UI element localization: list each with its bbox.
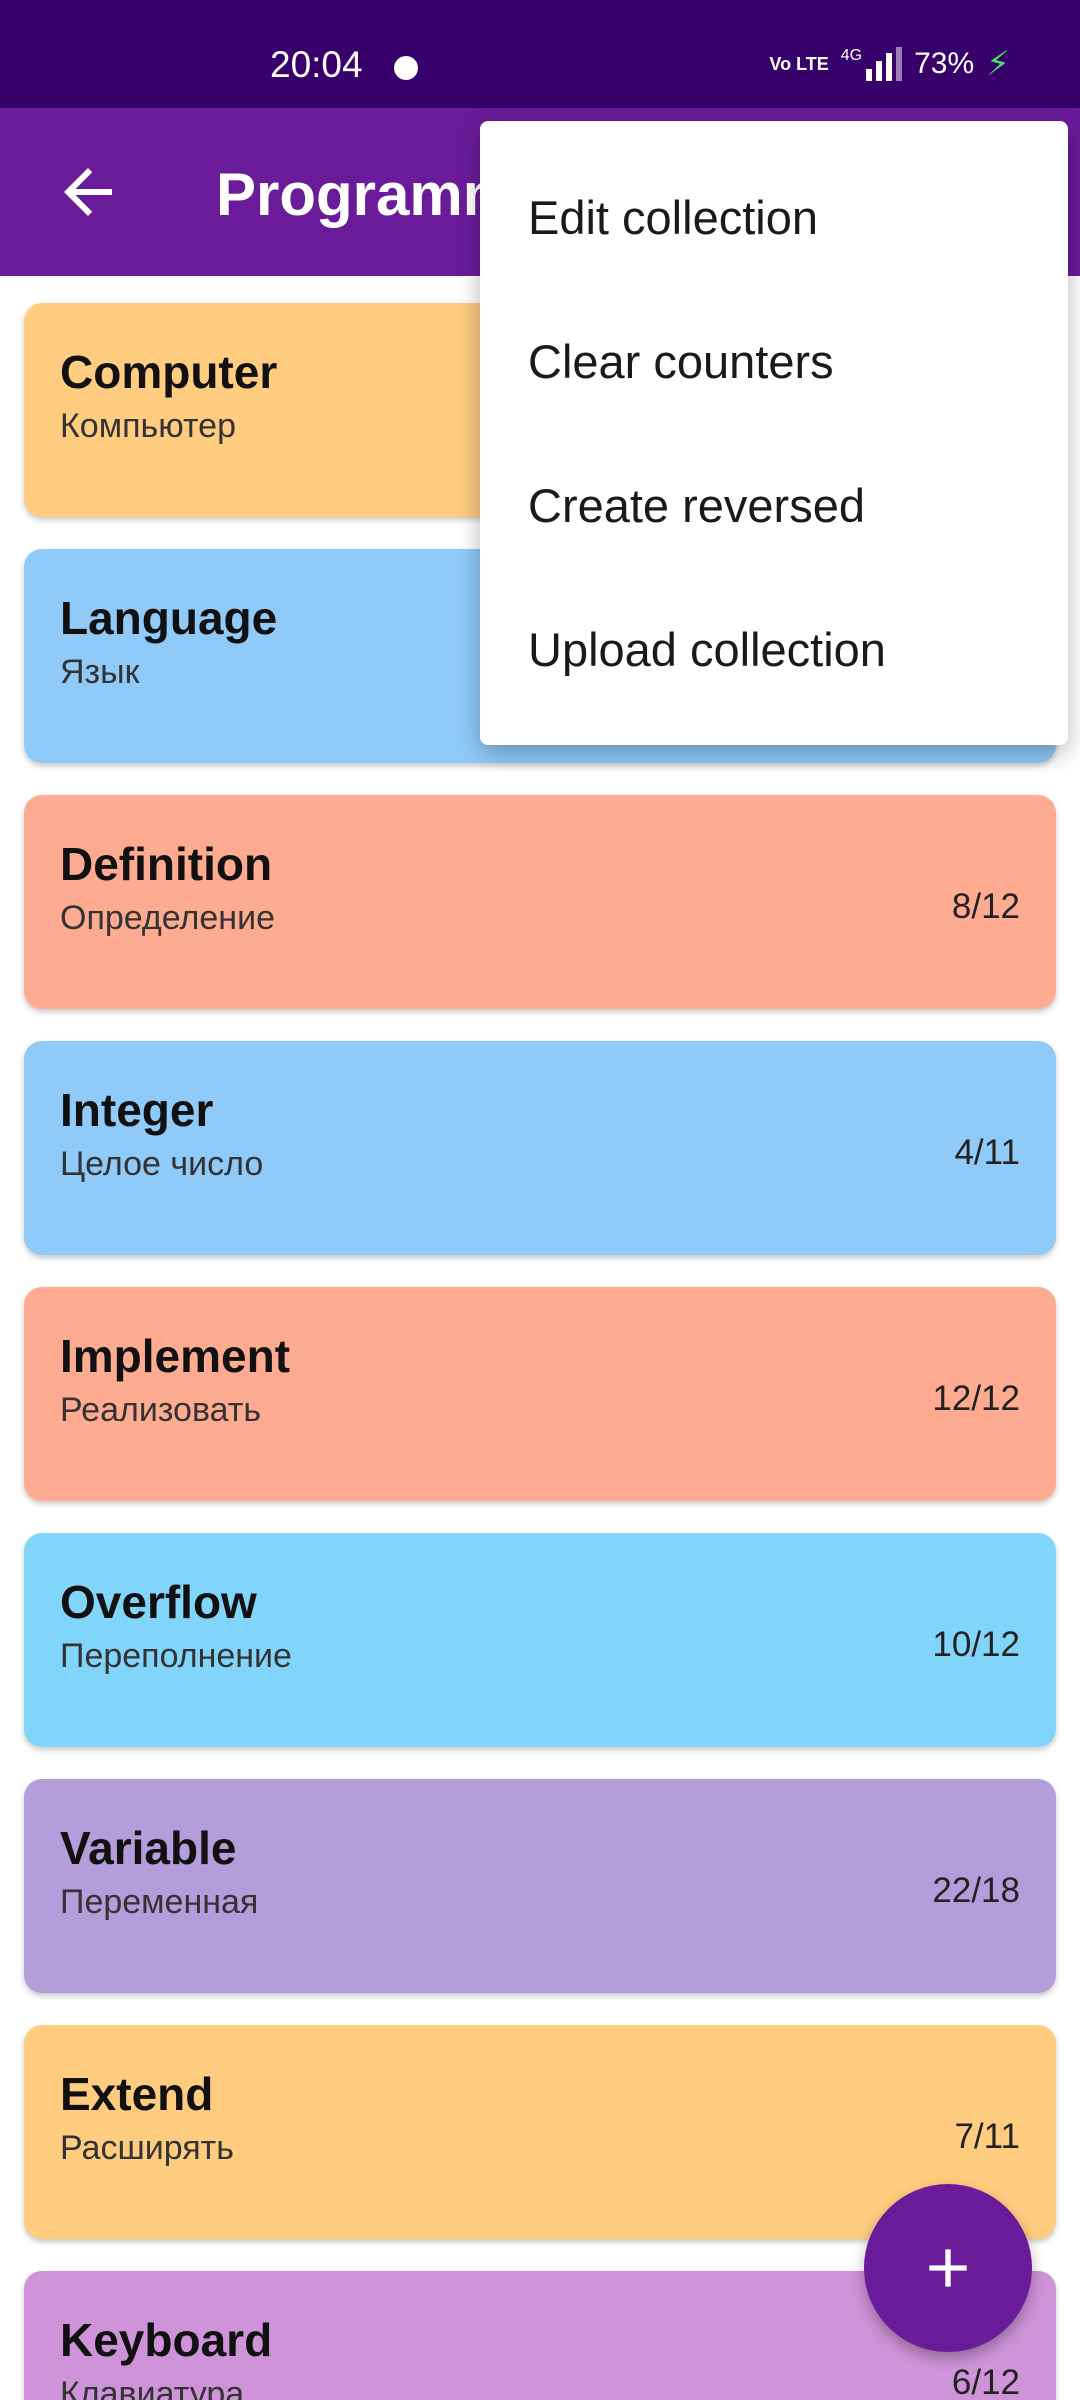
word-card[interactable]: Integer Целое число 4/11 <box>24 1041 1056 1255</box>
network-type-label: 4G <box>840 47 863 64</box>
translation-text: Расширять <box>60 2129 234 2167</box>
counter-text: 6/12 <box>951 2363 1020 2400</box>
counter-text: 10/12 <box>932 1625 1020 1664</box>
status-bar: 20:04 Vo LTE 4G 73% ⚡ <box>0 0 1080 108</box>
back-arrow-icon[interactable] <box>52 156 124 228</box>
translation-text: Клавиатура <box>60 2375 245 2400</box>
counter-text: 8/12 <box>951 887 1020 926</box>
word-card[interactable]: Definition Определение 8/12 <box>24 795 1056 1009</box>
signal-icon: 4G <box>840 47 903 81</box>
word-card[interactable]: Overflow Переполнение 10/12 <box>24 1533 1056 1747</box>
translation-text: Переполнение <box>60 1637 292 1675</box>
word-text: Integer <box>60 1084 214 1136</box>
menu-item-edit-collection[interactable]: Edit collection <box>480 145 1068 289</box>
status-icons: Vo LTE 4G 73% ⚡ <box>769 44 1010 84</box>
translation-text: Язык <box>60 653 140 691</box>
menu-item-clear-counters[interactable]: Clear counters <box>480 289 1068 433</box>
word-text: Computer <box>60 346 278 398</box>
translation-text: Реализовать <box>60 1391 262 1429</box>
translation-text: Определение <box>60 899 275 937</box>
word-text: Overflow <box>60 1576 257 1628</box>
word-text: Definition <box>60 838 273 890</box>
word-text: Language <box>60 592 278 644</box>
counter-text: 7/11 <box>954 2117 1020 2156</box>
translation-text: Переменная <box>60 1883 259 1921</box>
status-time: 20:04 <box>270 44 363 85</box>
battery-percent: 73% <box>914 47 975 80</box>
word-text: Keyboard <box>60 2314 273 2366</box>
plus-icon <box>929 2249 967 2287</box>
counter-text: 4/11 <box>954 1133 1020 1172</box>
charging-icon: ⚡ <box>986 45 1010 83</box>
word-card[interactable]: Implement Реализовать 12/12 <box>24 1287 1056 1501</box>
translation-text: Компьютер <box>60 407 236 445</box>
volte-icon: Vo LTE <box>769 53 829 74</box>
word-text: Variable <box>60 1822 237 1874</box>
add-word-button[interactable] <box>864 2184 1032 2352</box>
menu-item-create-reversed[interactable]: Create reversed <box>480 433 1068 577</box>
counter-text: 22/18 <box>932 1871 1020 1910</box>
word-text: Implement <box>60 1330 291 1382</box>
counter-text: 12/12 <box>932 1379 1020 1418</box>
translation-text: Целое число <box>60 1145 264 1183</box>
notification-icon <box>394 56 418 80</box>
word-text: Extend <box>60 2068 214 2120</box>
overflow-menu: Edit collection Clear counters Create re… <box>480 121 1068 745</box>
word-card[interactable]: Variable Переменная 22/18 <box>24 1779 1056 1993</box>
menu-item-upload-collection[interactable]: Upload collection <box>480 577 1068 721</box>
